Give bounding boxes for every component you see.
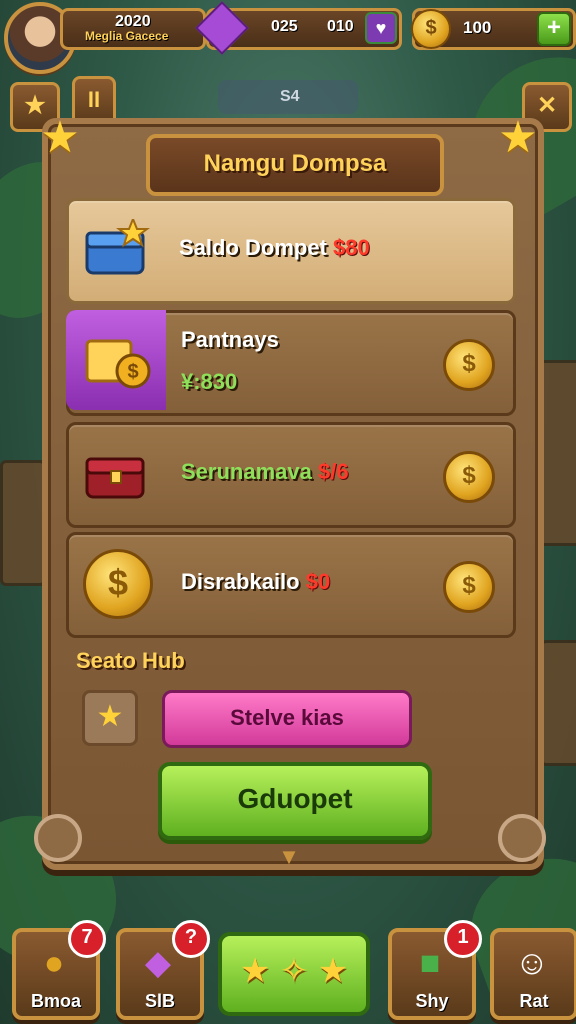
notification-badge: 1 [444, 920, 482, 958]
row-label: Serunamava $/6 [181, 459, 349, 485]
top-hud: 2020 Meglia Gacece 025 010 ♥ $ 100 + [0, 0, 576, 74]
cash-stack-icon: $ [85, 339, 151, 389]
nav-label: Shy [415, 991, 449, 1011]
coin-icon: $ [443, 339, 495, 391]
pink-action-button[interactable]: Stelve kias [162, 690, 412, 748]
background-hut [540, 640, 576, 766]
wallet-row[interactable]: $ Pantnays ¥:830 $ [66, 310, 516, 416]
notification-badge: ? [172, 920, 210, 958]
nav-coins[interactable]: ● 7 Bmoa [12, 920, 106, 1020]
row-amount: $/6 [317, 459, 349, 484]
coin-icon: $ [443, 451, 495, 503]
svg-text:$: $ [127, 361, 138, 383]
player-name: Meglia Gacece [85, 29, 169, 43]
panel-title-plate: Namgu Dompsa [146, 134, 444, 196]
nav-shop[interactable]: ■ 1 Shy [388, 920, 482, 1020]
chest-icon [85, 219, 150, 275]
row-amount: $0 [305, 569, 331, 594]
row-title: Pantnays [181, 327, 279, 352]
gem-value-1: 025 [271, 18, 298, 35]
coin-counter: $ 100 + [411, 8, 576, 50]
coin-value: 100 [463, 18, 492, 37]
heart-icon[interactable]: ♥ [365, 12, 397, 44]
panel-title: Namgu Dompsa [203, 150, 387, 177]
nav-label: SlB [144, 991, 175, 1011]
star-icon: ★ [40, 113, 80, 162]
chef-icon: ☺ [514, 944, 550, 982]
gem-value-2: 010 [327, 18, 354, 35]
section-title: Seato Hub [76, 648, 185, 673]
wallet-row[interactable]: Saldo Dompet $80 [66, 198, 516, 304]
secondary-counter: S4 [218, 80, 358, 114]
nav-label: Rat [519, 991, 549, 1011]
nav-character[interactable]: ☺ Rat [490, 928, 576, 1020]
nav-gems[interactable]: ◆ ? SlB [116, 920, 210, 1020]
nav-label: Bmoa [30, 991, 81, 1011]
player-name-plate: 2020 Meglia Gacece [60, 8, 206, 50]
secondary-counter-value: S4 [280, 88, 300, 105]
wallet-balance-label: Saldo Dompet $80 [179, 235, 370, 261]
row-title: Serunamava [181, 459, 312, 484]
stars-center-button[interactable]: ★ ✧ ★ [218, 932, 370, 1016]
corner-ornament [34, 814, 82, 862]
wallet-row[interactable]: Serunamava $/6 $ [66, 422, 516, 528]
row-amount: ¥:830 [181, 369, 238, 394]
coin-icon: $ [443, 561, 495, 613]
chevron-down-icon: ▼ [278, 844, 300, 869]
wallet-row[interactable]: $ Disrabkailo $0 $ [66, 532, 516, 638]
corner-ornament [498, 814, 546, 862]
wallet-balance-amount: $80 [333, 235, 370, 260]
star-icon: ★ [498, 113, 538, 162]
row-title: Disrabkailo [181, 569, 300, 594]
notification-badge: 7 [68, 920, 106, 958]
add-coins-button[interactable]: + [537, 12, 571, 46]
row-label: Disrabkailo $0 [181, 569, 330, 595]
coin-icon: $ [411, 9, 451, 49]
background-hut [0, 460, 46, 586]
coin-icon: $ [83, 549, 153, 619]
wallet-panel: ★ ★ Namgu Dompsa Saldo Dompet $80 $ Pant… [34, 113, 546, 870]
star-icon[interactable]: ★ [82, 690, 138, 746]
chest-icon [85, 457, 145, 499]
confirm-button[interactable]: Gduopet [158, 762, 432, 840]
gem-counter: 025 010 ♥ [195, 1, 402, 55]
wallet-balance-text: Saldo Dompet [179, 235, 327, 260]
